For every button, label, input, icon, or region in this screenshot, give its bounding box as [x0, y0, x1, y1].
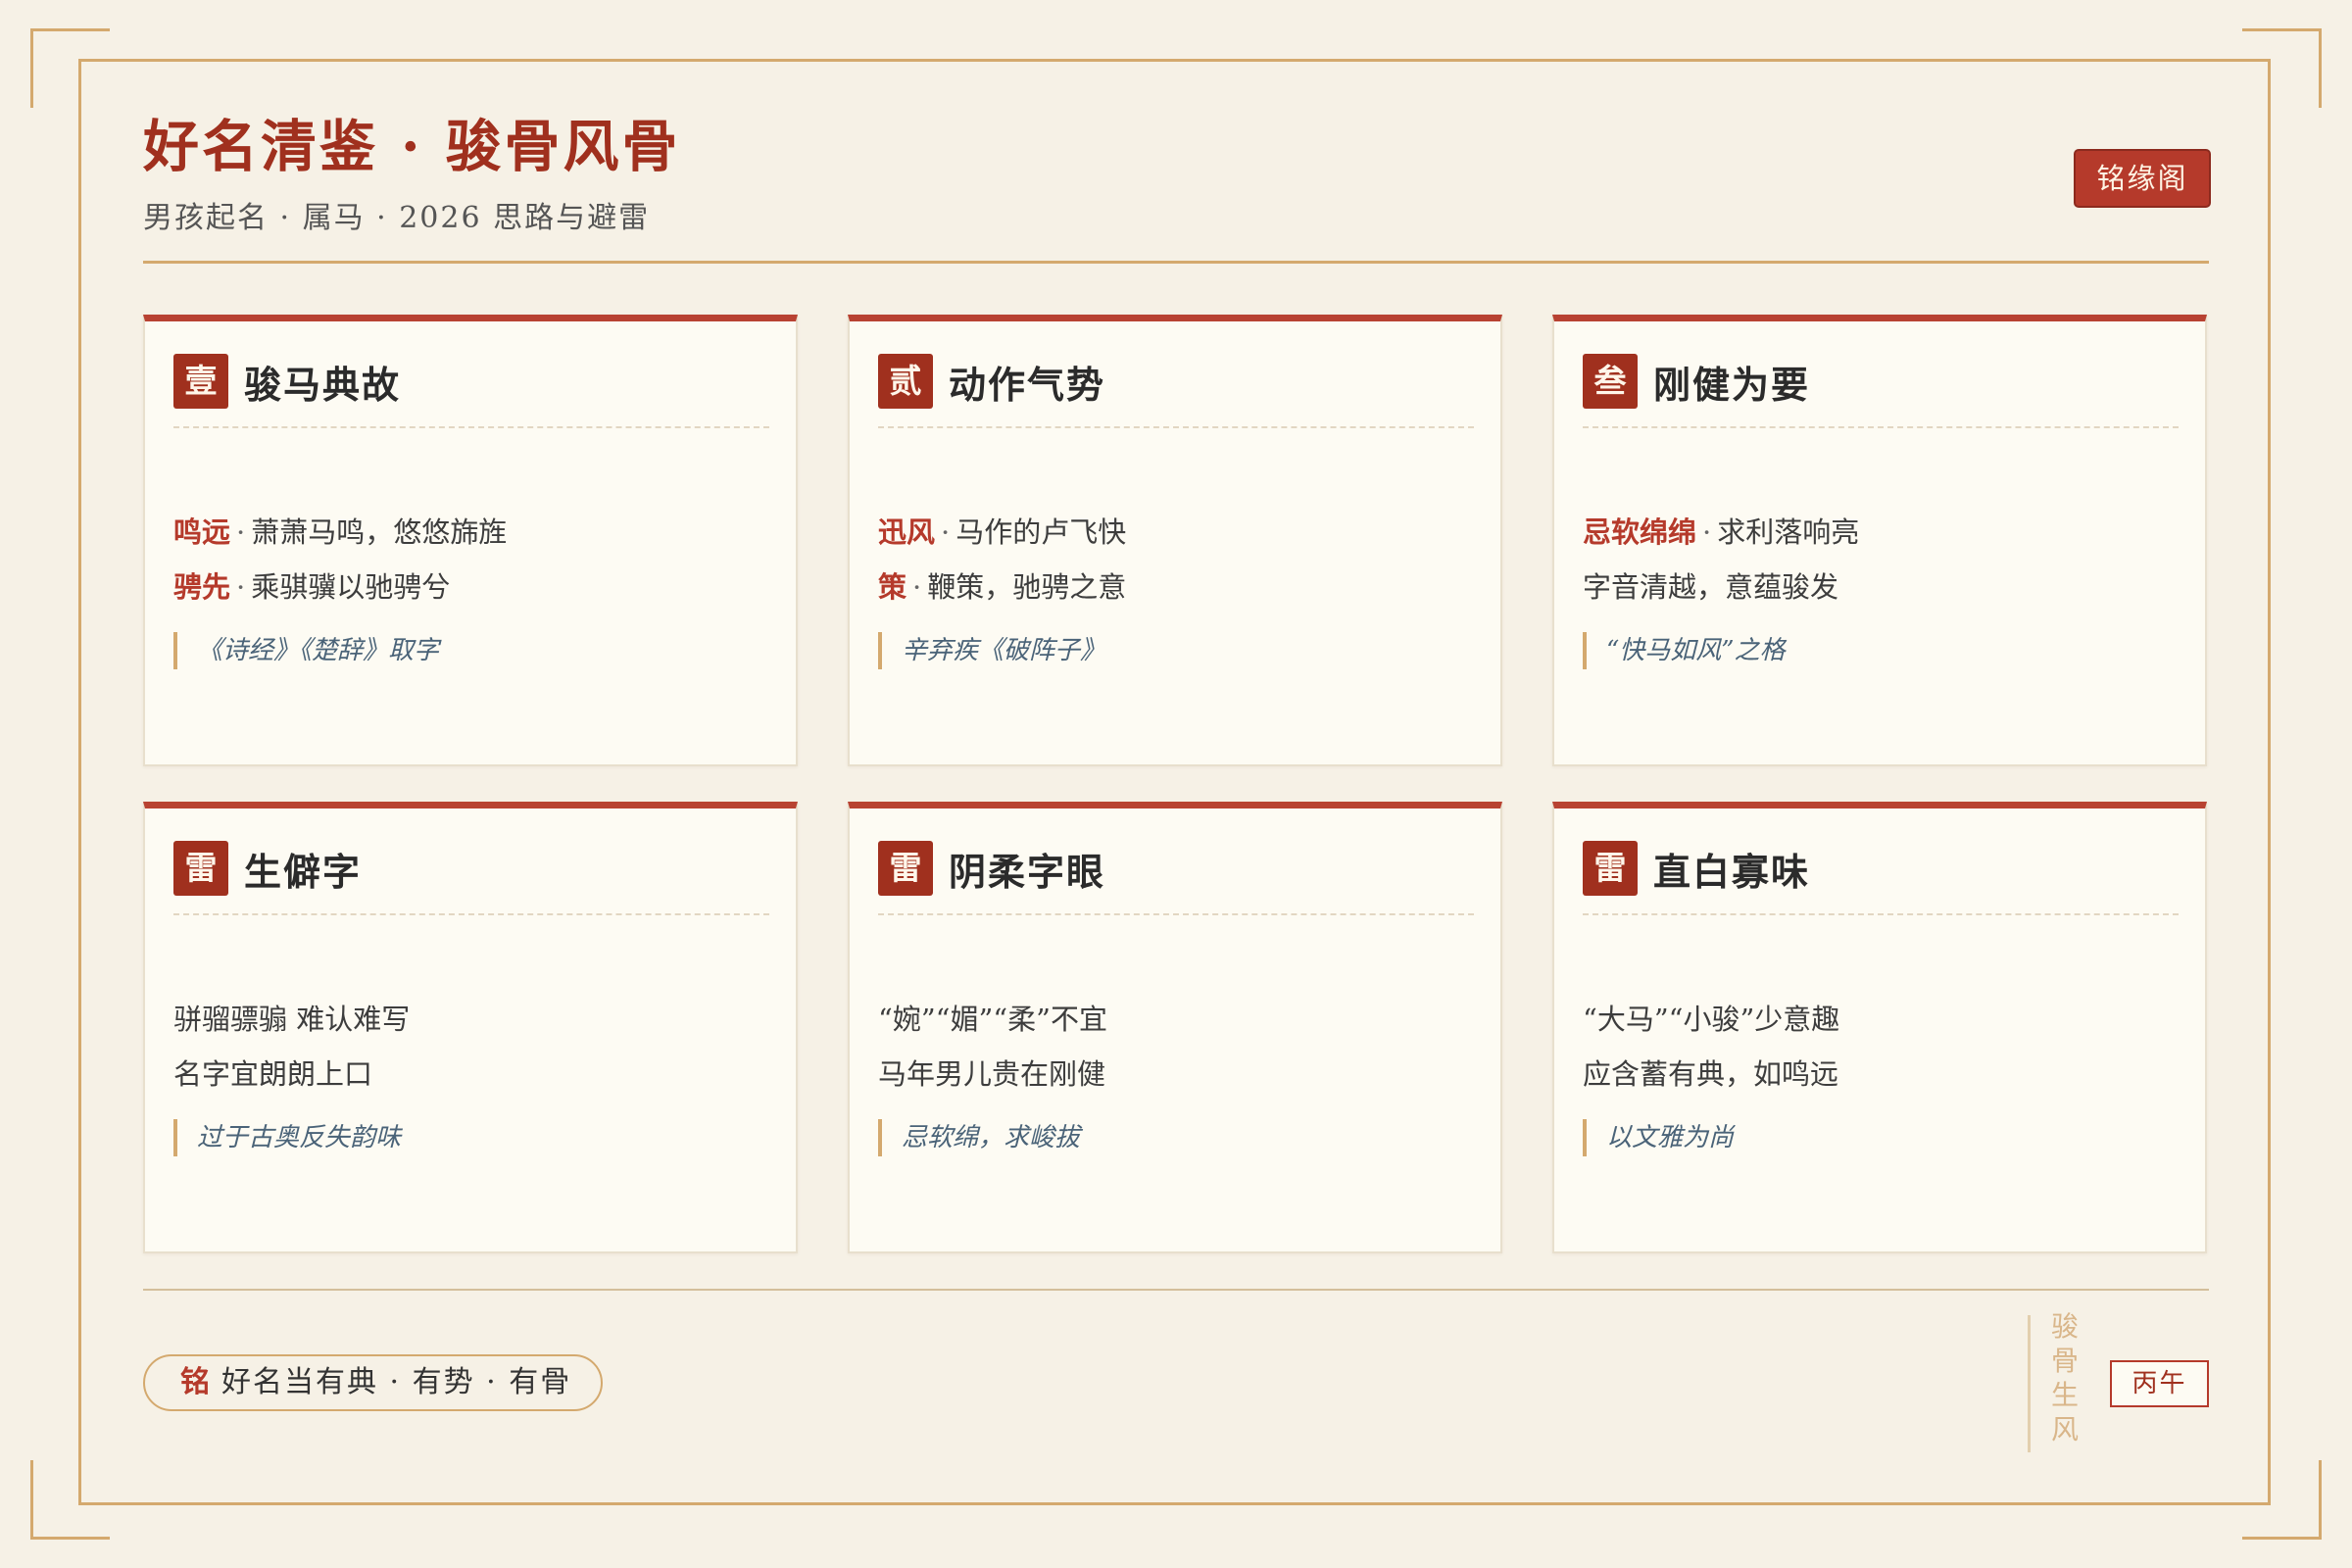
motto-text: 好名当有典 · 有势 · 有骨: [221, 1365, 572, 1399]
card-header: 雷 生僻字: [173, 841, 362, 896]
card-note: “快马如风”之格: [1583, 632, 1786, 669]
card-divider: [878, 913, 1474, 915]
card-note: 辛弃疾《破阵子》: [878, 632, 1105, 669]
card-divider: [173, 913, 769, 915]
card-vigor: 叁 刚健为要 忌软绵绵 · 求利落响亮 字音清越，意蕴骏发 “快马如风”之格: [1552, 315, 2207, 766]
year-stamp: 丙午: [2110, 1360, 2209, 1407]
card-line: 鸣远 · 萧萧马鸣，悠悠旆旌: [173, 513, 507, 552]
highlight-word: 策: [878, 570, 907, 604]
line-text: 萧萧马鸣，悠悠旆旌: [251, 515, 508, 549]
card-line: 忌软绵绵 · 求利落响亮: [1583, 513, 1859, 552]
card-line: “婉”“媚”“柔”不宜: [878, 1003, 1107, 1036]
card-title: 动作气势: [949, 362, 1106, 407]
card-seal: 雷: [1583, 841, 1638, 896]
line-text: 乘骐骥以驰骋兮: [251, 570, 451, 604]
line-text: 马作的卢飞快: [956, 515, 1127, 549]
card-line: 字音清越，意蕴骏发: [1583, 570, 1839, 604]
page-subtitle: 男孩起名 · 属马 · 2026 思路与避雷: [143, 201, 651, 235]
highlight-word: 忌软绵绵: [1583, 515, 1697, 549]
card-line: 骈骝骠骟 难认难写: [173, 1003, 411, 1036]
brand-badge: 铭缘阁: [2074, 149, 2211, 208]
header-divider: [143, 261, 2209, 264]
card-seal: 贰: [878, 354, 933, 409]
card-title: 直白寡味: [1653, 849, 1811, 894]
card-header: 雷 阴柔字眼: [878, 841, 1105, 896]
motto-pill: 铭 好名当有典 · 有势 · 有骨: [143, 1354, 604, 1411]
card-note: 过于古奥反失韵味: [173, 1119, 401, 1156]
card-seal: 雷: [878, 841, 933, 896]
page-title: 好名清鉴 · 骏骨风骨: [143, 114, 681, 179]
card-note: 忌软绵，求峻拔: [878, 1119, 1080, 1156]
vertical-inscription: 骏骨生风: [2050, 1310, 2079, 1446]
card-divider: [1583, 426, 2179, 428]
card-note: 以文雅为尚: [1583, 1119, 1734, 1156]
separator-dot: ·: [912, 570, 922, 604]
card-line: 策 · 鞭策，驰骋之意: [878, 567, 1126, 607]
card-title: 骏马典故: [244, 362, 402, 407]
card-momentum: 贰 动作气势 迅风 · 马作的卢飞快 策 · 鞭策，驰骋之意 辛弃疾《破阵子》: [848, 315, 1502, 766]
card-title: 阴柔字眼: [949, 849, 1106, 894]
card-divider: [878, 426, 1474, 428]
line-text: 鞭策，驰骋之意: [927, 570, 1127, 604]
card-header: 贰 动作气势: [878, 354, 1105, 409]
separator-dot: ·: [236, 515, 246, 549]
card-seal: 叁: [1583, 354, 1638, 409]
card-seal: 雷: [173, 841, 228, 896]
card-line: 迅风 · 马作的卢飞快: [878, 513, 1126, 552]
highlight-word: 骋先: [173, 570, 231, 604]
card-line: 名字宜朗朗上口: [173, 1057, 373, 1091]
card-line: “大马”“小骏”少意趣: [1583, 1003, 1840, 1036]
card-title: 生僻字: [244, 849, 363, 894]
card-divider: [173, 426, 769, 428]
footer-divider: [143, 1289, 2209, 1291]
card-soft-words: 雷 阴柔字眼 “婉”“媚”“柔”不宜 马年男儿贵在刚健 忌软绵，求峻拔: [848, 802, 1502, 1253]
card-line: 应含蓄有典，如鸣远: [1583, 1057, 1839, 1091]
card-header: 叁 刚健为要: [1583, 354, 1810, 409]
line-text: 求利落响亮: [1717, 515, 1860, 549]
separator-dot: ·: [236, 570, 246, 604]
card-horse-allusion: 壹 骏马典故 鸣远 · 萧萧马鸣，悠悠旆旌 骋先 · 乘骐骥以驰骋兮 《诗经》《楚辞》取…: [143, 315, 798, 766]
card-seal: 壹: [173, 354, 228, 409]
card-line: 骋先 · 乘骐骥以驰骋兮: [173, 567, 450, 607]
card-line: 马年男儿贵在刚健: [878, 1057, 1106, 1091]
card-divider: [1583, 913, 2179, 915]
vertical-divider: [2028, 1315, 2031, 1452]
card-plain-names: 雷 直白寡味 “大马”“小骏”少意趣 应含蓄有典，如鸣远 以文雅为尚: [1552, 802, 2207, 1253]
separator-dot: ·: [941, 515, 951, 549]
highlight-word: 鸣远: [173, 515, 231, 549]
motto-mark: 铭: [180, 1365, 212, 1399]
separator-dot: ·: [1702, 515, 1712, 549]
card-header: 壹 骏马典故: [173, 354, 401, 409]
card-rare-characters: 雷 生僻字 骈骝骠骟 难认难写 名字宜朗朗上口 过于古奥反失韵味: [143, 802, 798, 1253]
highlight-word: 迅风: [878, 515, 936, 549]
card-title: 刚健为要: [1653, 362, 1811, 407]
card-note: 《诗经》《楚辞》取字: [173, 632, 439, 669]
card-header: 雷 直白寡味: [1583, 841, 1810, 896]
